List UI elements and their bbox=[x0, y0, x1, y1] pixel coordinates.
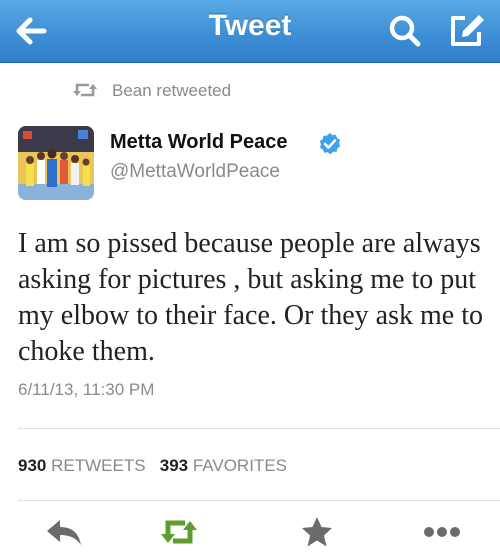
more-button[interactable] bbox=[422, 515, 462, 549]
retweet-context: Bean retweeted bbox=[0, 78, 500, 104]
divider bbox=[18, 500, 500, 501]
tweet-timestamp: 6/11/13, 11:30 PM bbox=[18, 380, 155, 399]
retweet-icon bbox=[161, 520, 197, 544]
compose-button[interactable] bbox=[443, 8, 489, 54]
author-handle[interactable]: @MettaWorldPeace bbox=[110, 161, 280, 183]
navigation-bar: Tweet bbox=[0, 0, 500, 63]
more-icon bbox=[424, 527, 460, 537]
search-button[interactable] bbox=[382, 8, 428, 54]
avatar-photo bbox=[18, 126, 94, 200]
avatar[interactable] bbox=[18, 126, 94, 200]
favorites-count: 393 bbox=[159, 456, 189, 475]
compose-icon bbox=[451, 15, 484, 46]
tweet-stats: 930 RETWEETS 393 FAVORITES bbox=[18, 456, 287, 476]
tweet-text: I am so pissed because people are always… bbox=[18, 228, 483, 367]
author-name[interactable]: Metta World Peace bbox=[110, 131, 287, 154]
reply-icon bbox=[47, 520, 81, 545]
retweets-count: 930 bbox=[18, 456, 47, 475]
divider bbox=[18, 428, 500, 429]
retweet-button[interactable] bbox=[159, 515, 199, 549]
retweets-stat[interactable]: 930 RETWEETS bbox=[18, 456, 146, 475]
reply-button[interactable] bbox=[44, 515, 84, 549]
retweets-label: RETWEETS bbox=[51, 456, 146, 475]
favorite-button[interactable] bbox=[297, 515, 337, 549]
search-icon bbox=[389, 15, 421, 47]
retweet-icon bbox=[73, 83, 97, 97]
favorites-stat[interactable]: 393 FAVORITES bbox=[160, 456, 287, 475]
star-icon bbox=[302, 517, 332, 547]
verified-badge-icon bbox=[319, 133, 341, 155]
retweeted-by-label: Bean retweeted bbox=[112, 81, 232, 100]
favorites-label: FAVORITES bbox=[192, 456, 287, 475]
